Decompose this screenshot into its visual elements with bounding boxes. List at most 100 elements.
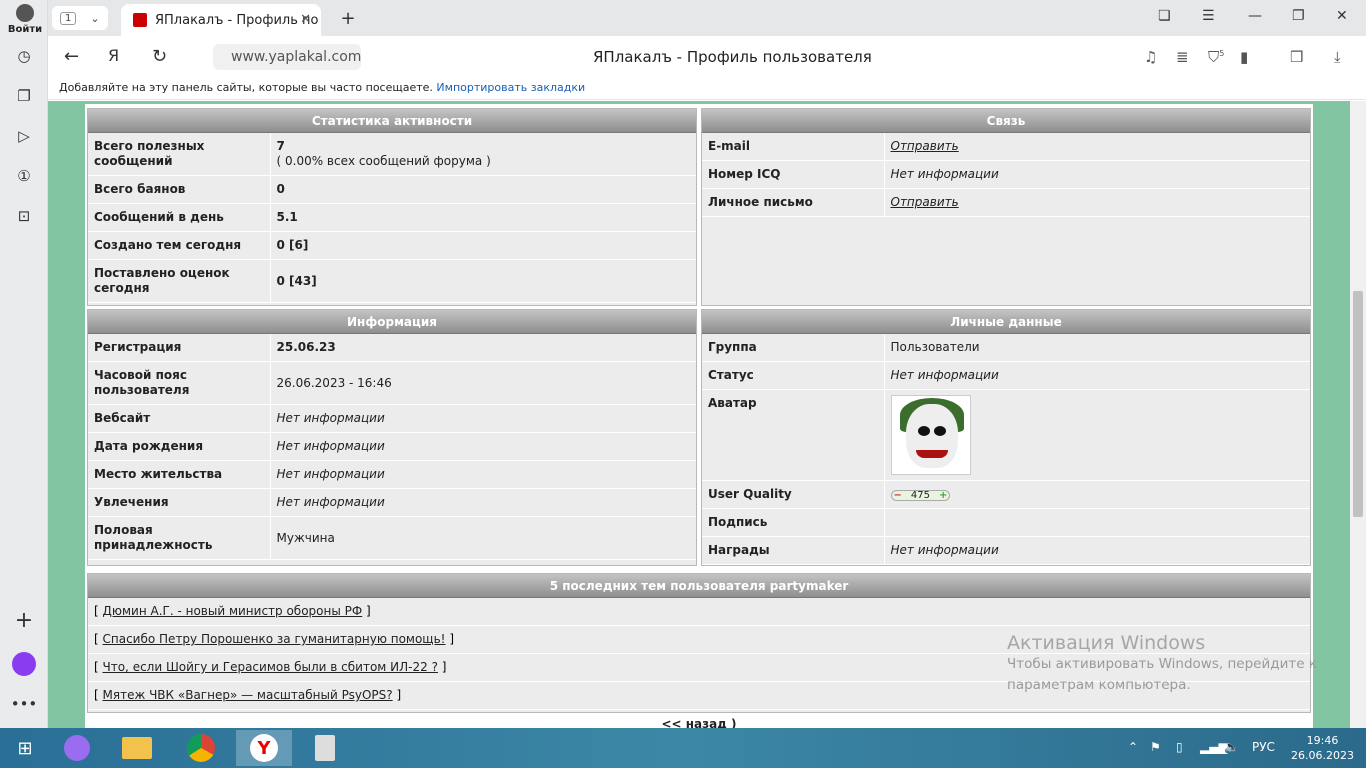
topic-link[interactable]: Мятеж ЧВК «Вагнер» — масштабный PsyOPS? bbox=[103, 688, 393, 702]
row-label: Часовой пояс пользователя bbox=[88, 361, 271, 405]
table-row: Личное письмо Отправить bbox=[702, 188, 1310, 217]
row-value: Нет информации bbox=[270, 404, 696, 433]
url-field[interactable]: www.yaplakal.com bbox=[213, 44, 361, 70]
row-value: Нет информации bbox=[270, 460, 696, 489]
row-label: Сообщений в день bbox=[88, 203, 271, 232]
row-label: Номер ICQ bbox=[702, 160, 885, 189]
activity-table: Всего полезных сообщений 7( 0.00% всех со… bbox=[88, 133, 696, 303]
history-icon[interactable]: ◷ bbox=[10, 42, 38, 70]
watermark-line1: Чтобы активировать Windows, перейдите к bbox=[1007, 656, 1317, 672]
alice-taskbar-icon[interactable] bbox=[52, 730, 102, 766]
clock[interactable]: 19:46 26.06.2023 bbox=[1291, 733, 1354, 763]
contact-table: E-mail Отправить Номер ICQ Нет информации … bbox=[702, 133, 1310, 217]
address-bar: ← Я ↻ www.yaplakal.com ЯПлакалъ - Профил… bbox=[48, 36, 1366, 78]
reader-icon[interactable]: ≣ bbox=[1176, 48, 1189, 66]
explorer-icon[interactable] bbox=[112, 730, 162, 766]
row-value: 0 [43] bbox=[270, 259, 696, 303]
collections-panel-icon[interactable]: ❒ bbox=[1290, 48, 1303, 66]
protect-icon[interactable]: ⛉5 bbox=[1208, 48, 1224, 66]
info-header: Информация bbox=[88, 310, 696, 334]
row-value: 0 [6] bbox=[270, 231, 696, 260]
topic-link[interactable]: Дюмин А.Г. - новый министр обороны РФ bbox=[103, 604, 363, 618]
watermark-title: Активация Windows bbox=[1007, 632, 1206, 654]
back-icon[interactable]: ← bbox=[64, 46, 79, 67]
clock-date: 26.06.2023 bbox=[1291, 749, 1354, 762]
site-favicon-icon bbox=[133, 13, 147, 27]
row-label: Всего баянов bbox=[88, 175, 271, 204]
row-value: 5.1 bbox=[270, 203, 696, 232]
user-quality-widget: −475 + bbox=[890, 488, 951, 503]
row-value: Нет информации bbox=[884, 536, 1310, 565]
clock-time: 19:46 bbox=[1306, 734, 1339, 747]
alice-icon[interactable] bbox=[10, 650, 38, 678]
scrollbar[interactable] bbox=[1350, 101, 1366, 728]
screenshot-icon[interactable]: ⊡ bbox=[10, 202, 38, 230]
headphones-icon[interactable]: ♫ bbox=[1144, 48, 1157, 66]
personal-header: Личные данные bbox=[702, 310, 1310, 334]
language-indicator[interactable]: РУС bbox=[1252, 740, 1275, 754]
close-window-icon[interactable]: ✕ bbox=[1336, 8, 1348, 24]
row-label: Статус bbox=[702, 361, 885, 390]
row-label: Вебсайт bbox=[88, 404, 271, 433]
minimize-icon[interactable]: — bbox=[1248, 8, 1262, 24]
new-tab-button[interactable]: + bbox=[336, 6, 360, 30]
row-value: Мужчина bbox=[270, 516, 696, 560]
contact-panel: Связь E-mail Отправить Номер ICQ Нет инфор… bbox=[701, 108, 1311, 306]
quality-value: 475 bbox=[910, 490, 930, 501]
minus-icon[interactable]: − bbox=[894, 488, 902, 503]
user-avatar-icon bbox=[16, 4, 34, 22]
tabs-panel-icon[interactable]: ❏ bbox=[1158, 8, 1171, 24]
tab-title: ЯПлакалъ - Профиль по bbox=[155, 12, 319, 28]
download-icon[interactable]: ⤓ bbox=[1334, 48, 1341, 66]
url-text: www.yaplakal.com bbox=[231, 49, 362, 65]
volume-icon[interactable]: 🔈 bbox=[1224, 740, 1239, 754]
row-value: Нет информации bbox=[884, 361, 1310, 390]
row-subvalue: ( 0.00% всех сообщений форума ) bbox=[276, 154, 491, 168]
row-label: Поставлено оценок сегодня bbox=[88, 259, 271, 303]
import-bookmarks-link[interactable]: Импортировать закладки bbox=[436, 81, 585, 94]
email-send-link[interactable]: Отправить bbox=[891, 139, 959, 153]
row-label: Аватар bbox=[702, 389, 885, 481]
table-row: Поставлено оценок сегодня 0 [43] bbox=[88, 259, 696, 303]
table-row: Группа Пользователи bbox=[702, 334, 1310, 362]
tab-one-icon[interactable]: ① bbox=[10, 162, 38, 190]
protect-badge: 5 bbox=[1219, 49, 1225, 58]
info-table: Регистрация 25.06.23 Часовой пояс пользов… bbox=[88, 334, 696, 560]
calculator-icon[interactable] bbox=[300, 730, 350, 766]
row-value bbox=[884, 508, 1310, 537]
bookmark-icon[interactable]: ▮ bbox=[1240, 48, 1248, 66]
add-icon[interactable]: + bbox=[10, 606, 38, 634]
row-value: 7 bbox=[276, 139, 285, 153]
topic-link[interactable]: Что, если Шойгу и Герасимов были в сбито… bbox=[103, 660, 438, 674]
reload-icon[interactable]: ↻ bbox=[152, 46, 167, 67]
scrollbar-thumb[interactable] bbox=[1353, 291, 1363, 517]
chrome-icon[interactable] bbox=[176, 730, 226, 766]
activity-header: Статистика активности bbox=[88, 109, 696, 133]
avatar-face bbox=[905, 404, 958, 468]
flag-icon[interactable]: ⚑ bbox=[1150, 740, 1161, 754]
login-button[interactable]: Войти bbox=[6, 4, 44, 35]
row-label: Дата рождения bbox=[88, 432, 271, 461]
video-icon[interactable]: ▷ bbox=[10, 122, 38, 150]
back-link[interactable]: << назад ) bbox=[85, 717, 1313, 728]
close-tab-icon[interactable]: ✕ bbox=[300, 12, 311, 27]
windows-start-icon[interactable]: ⊞ bbox=[0, 730, 50, 766]
yandex-browser-icon[interactable]: Y bbox=[236, 730, 292, 766]
windows-activation-watermark: Активация Windows Чтобы активировать Win… bbox=[1007, 632, 1317, 696]
active-tab[interactable]: ЯПлакалъ - Профиль по ✕ bbox=[121, 4, 321, 36]
pm-send-link[interactable]: Отправить bbox=[891, 195, 959, 209]
row-label: E-mail bbox=[702, 133, 885, 161]
battery-icon[interactable]: ▯ bbox=[1176, 740, 1183, 754]
tab-counter[interactable]: 1 ⌄ bbox=[52, 6, 108, 30]
restore-icon[interactable]: ❐ bbox=[1292, 8, 1305, 24]
watermark-line2: параметрам компьютера. bbox=[1007, 677, 1191, 693]
menu-icon[interactable]: ☰ bbox=[1202, 8, 1215, 24]
more-icon[interactable]: ••• bbox=[10, 690, 38, 718]
tray-expand-icon[interactable]: ⌃ bbox=[1128, 740, 1138, 754]
topic-link[interactable]: Спасибо Петру Порошенко за гуманитарную … bbox=[103, 632, 446, 646]
table-row: Увлечения Нет информации bbox=[88, 488, 696, 517]
yandex-icon[interactable]: Я bbox=[108, 46, 119, 65]
row-value: Нет информации bbox=[270, 488, 696, 517]
collections-icon[interactable]: ❐ bbox=[10, 82, 38, 110]
plus-icon[interactable]: + bbox=[939, 488, 947, 503]
